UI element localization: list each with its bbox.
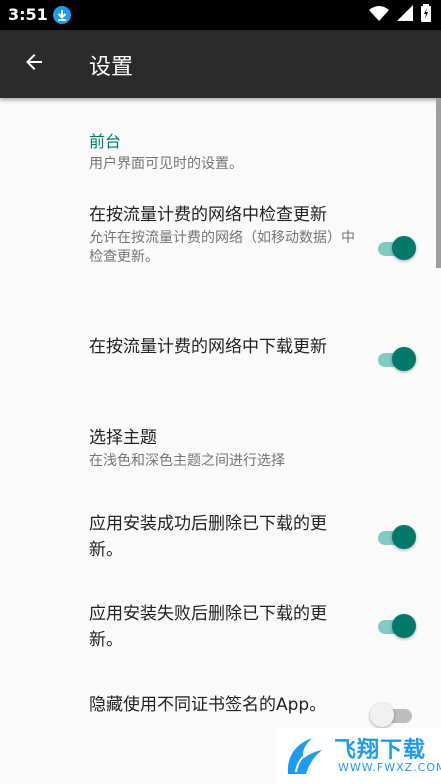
signal-icon xyxy=(397,5,413,25)
download-icon xyxy=(53,6,71,24)
pref-delete-after-install-success[interactable]: 应用安装成功后删除已下载的更新。 xyxy=(0,498,441,578)
battery-charging-icon xyxy=(421,4,431,26)
pref-title: 在按流量计费的网络中检查更新 xyxy=(89,205,327,225)
category-title: 前台 xyxy=(89,132,122,151)
settings-list[interactable]: 前台 用户界面可见时的设置。 在按流量计费的网络中检查更新 允许在按流量计费的网… xyxy=(0,98,441,784)
pref-download-updates-metered[interactable]: 在按流量计费的网络中下载更新 xyxy=(0,323,441,397)
category-summary: 用户界面可见时的设置。 xyxy=(89,156,243,172)
switch-thumb xyxy=(392,347,416,371)
pref-title: 选择主题 xyxy=(89,428,157,448)
pref-delete-after-install-failure[interactable]: 应用安装失败后删除已下载的更新。 xyxy=(0,588,441,668)
toggle-switch[interactable] xyxy=(376,347,418,373)
switch-thumb xyxy=(392,525,416,549)
watermark: 飞翔下载 WWW.FWXZ.COM xyxy=(276,728,441,784)
watermark-logo-icon xyxy=(282,734,328,782)
watermark-url: WWW.FWXZ.COM xyxy=(338,761,441,774)
pref-title: 应用安装成功后删除已下载的更新。 xyxy=(89,514,327,560)
toggle-switch[interactable] xyxy=(376,236,418,262)
app-bar: 设置 xyxy=(0,30,441,98)
toggle-switch[interactable] xyxy=(376,525,418,551)
watermark-text: 飞翔下载 xyxy=(334,738,427,763)
status-bar: 3:51 xyxy=(0,0,441,30)
wifi-icon xyxy=(369,5,389,25)
toggle-switch[interactable] xyxy=(376,614,418,640)
switch-thumb xyxy=(392,614,416,638)
arrow-back-icon xyxy=(22,50,46,78)
pref-check-updates-metered[interactable]: 在按流量计费的网络中检查更新 允许在按流量计费的网络（如移动数据）中检查更新。 xyxy=(0,194,441,308)
pref-summary: 在浅色和深色主题之间进行选择 xyxy=(89,453,285,469)
pref-summary: 允许在按流量计费的网络（如移动数据）中检查更新。 xyxy=(89,230,355,265)
scrollbar[interactable] xyxy=(436,98,441,268)
pref-choose-theme[interactable]: 选择主题 在浅色和深色主题之间进行选择 xyxy=(0,416,441,486)
switch-thumb xyxy=(370,703,394,727)
page-title: 设置 xyxy=(89,55,134,80)
pref-title: 隐藏使用不同证书签名的App。 xyxy=(89,695,327,715)
pref-title: 在按流量计费的网络中下载更新 xyxy=(89,337,327,357)
pref-title: 应用安装失败后删除已下载的更新。 xyxy=(89,604,327,650)
back-button[interactable] xyxy=(18,48,50,80)
switch-thumb xyxy=(392,236,416,260)
toggle-switch[interactable] xyxy=(370,703,418,729)
status-time: 3:51 xyxy=(8,5,48,24)
